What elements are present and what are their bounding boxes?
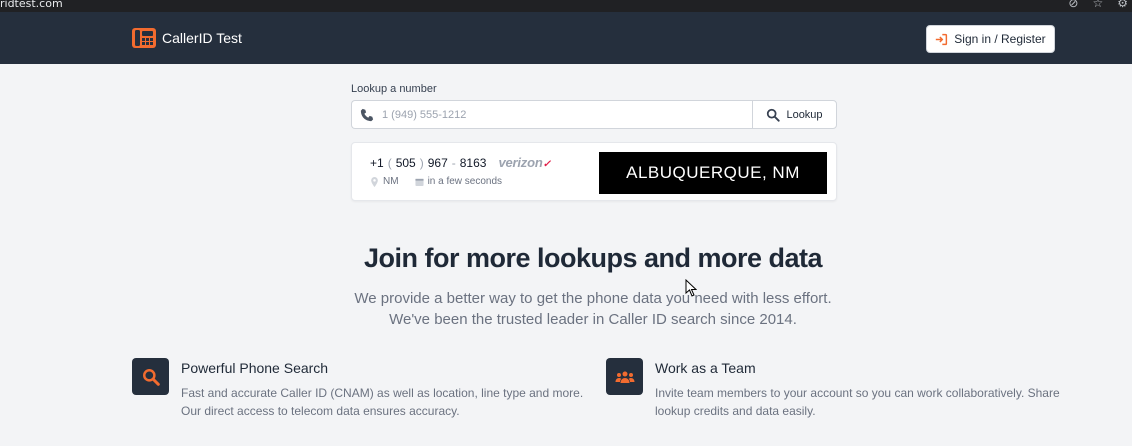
search-icon bbox=[767, 108, 781, 122]
feature-icon-box bbox=[132, 358, 169, 395]
browser-url[interactable]: ridtest.com bbox=[0, 0, 63, 10]
phone-dash: - bbox=[451, 156, 456, 170]
team-icon bbox=[615, 371, 634, 383]
location-banner: ALBUQUERQUE, NM bbox=[599, 152, 827, 194]
feature-team: Work as a Team Invite team members to yo… bbox=[606, 358, 1065, 420]
result-meta: NM in a few seconds bbox=[370, 176, 502, 187]
feature-icon-box bbox=[606, 358, 643, 395]
mouse-cursor-icon bbox=[685, 279, 697, 297]
phone-logo-icon bbox=[132, 28, 156, 48]
phone-paren-close: ) bbox=[419, 156, 424, 170]
phone-icon bbox=[360, 108, 374, 121]
calendar-icon bbox=[415, 178, 424, 186]
phone-exchange: 967 bbox=[427, 156, 448, 170]
carrier-logo: verizon✓ bbox=[498, 155, 551, 170]
phone-paren-open: ( bbox=[387, 156, 392, 170]
star-icon[interactable]: ☆ bbox=[1092, 0, 1103, 10]
carrier-check-icon: ✓ bbox=[542, 159, 551, 170]
feature-description: Fast and accurate Caller ID (CNAM) as we… bbox=[181, 386, 584, 418]
brand-link[interactable]: CallerID Test bbox=[132, 26, 242, 50]
lookup-input-wrapper bbox=[351, 100, 752, 129]
result-state: NM bbox=[383, 176, 399, 187]
feature-title: Powerful Phone Search bbox=[181, 360, 329, 376]
search-icon bbox=[142, 368, 160, 386]
signin-register-button[interactable]: Sign in / Register bbox=[926, 25, 1055, 53]
feature-description: Invite team members to your account so y… bbox=[655, 386, 1060, 418]
lookup-result-card: +1 ( 505 ) 967 - 8163 verizon✓ NM in a f… bbox=[351, 142, 837, 201]
lookup-button[interactable]: Lookup bbox=[752, 100, 837, 129]
result-phone-number: +1 ( 505 ) 967 - 8163 verizon✓ bbox=[370, 155, 551, 170]
signin-label: Sign in / Register bbox=[954, 32, 1046, 46]
lookup-button-label: Lookup bbox=[786, 108, 823, 121]
feature-text: Work as a Team Invite team members to yo… bbox=[655, 358, 1065, 420]
browser-toolbar: ridtest.com ⊘ ☆ ⚙ bbox=[0, 0, 1132, 12]
extension-icon[interactable]: ⚙ bbox=[1117, 0, 1128, 10]
lookup-form: Lookup bbox=[351, 100, 837, 129]
phone-country-code: +1 bbox=[370, 156, 384, 170]
feature-phone-search: Powerful Phone Search Fast and accurate … bbox=[132, 358, 591, 420]
login-arrow-icon bbox=[936, 33, 948, 45]
feature-text: Powerful Phone Search Fast and accurate … bbox=[181, 358, 591, 420]
eye-off-icon[interactable]: ⊘ bbox=[1068, 0, 1078, 10]
result-time: in a few seconds bbox=[427, 176, 503, 187]
phone-number-input[interactable] bbox=[382, 108, 752, 121]
lookup-label: Lookup a number bbox=[351, 83, 437, 95]
carrier-name: verizon bbox=[498, 155, 543, 170]
location-pin-icon bbox=[371, 176, 378, 187]
site-header: CallerID Test Sign in / Register bbox=[0, 12, 1132, 64]
feature-title: Work as a Team bbox=[655, 360, 756, 376]
phone-area-code: 505 bbox=[395, 156, 416, 170]
phone-line: 8163 bbox=[459, 156, 487, 170]
hero-subtitle: We provide a better way to get the phone… bbox=[354, 290, 832, 328]
hero-title: Join for more lookups and more data bbox=[363, 243, 823, 273]
browser-icons: ⊘ ☆ ⚙ bbox=[1068, 0, 1128, 10]
brand-name: CallerID Test bbox=[162, 30, 242, 46]
